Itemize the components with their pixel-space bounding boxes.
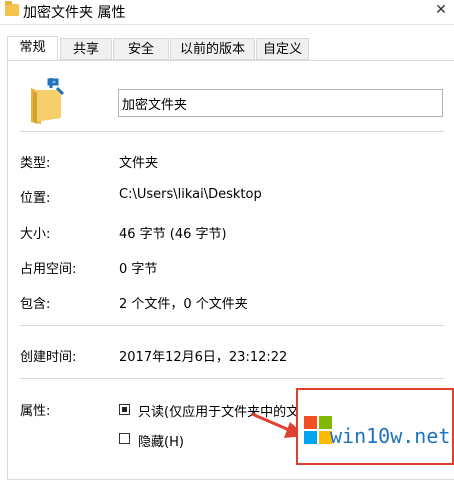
location-label: 位置: — [20, 191, 51, 206]
watermark-text: win10w.net — [330, 424, 451, 448]
folder-icon — [5, 1, 19, 16]
contains-value: 2 个文件，0 个文件夹 — [119, 297, 248, 312]
disk-size-value: 0 字节 — [119, 262, 158, 277]
type-value: 文件夹 — [119, 156, 159, 171]
type-label: 类型: — [20, 156, 51, 171]
readonly-checkbox[interactable] — [119, 404, 130, 415]
title-bar: 加密文件夹 属性 ✕ — [0, 0, 454, 25]
close-button[interactable]: ✕ — [428, 0, 454, 22]
folder-name-field[interactable] — [118, 89, 443, 117]
disk-size-label: 占用空间: — [20, 262, 77, 277]
hidden-label: 隐藏(H) — [138, 435, 184, 450]
size-value: 46 字节 (46 字节) — [119, 227, 227, 242]
hidden-checkbox[interactable] — [119, 433, 130, 444]
tab-customize[interactable]: 自定义 — [256, 38, 309, 60]
tab-general[interactable]: 常规 — [7, 36, 58, 61]
divider — [20, 325, 444, 326]
contains-label: 包含: — [20, 297, 51, 312]
created-label: 创建时间: — [20, 350, 77, 365]
windows-logo-icon — [304, 416, 332, 444]
tab-sharing[interactable]: 共享 — [60, 38, 112, 60]
divider — [20, 378, 444, 379]
tab-security[interactable]: 安全 — [113, 38, 169, 60]
location-value: C:\Users\likai\Desktop — [119, 187, 262, 202]
created-value: 2017年12月6日，23:12:22 — [119, 350, 288, 365]
size-label: 大小: — [20, 227, 51, 242]
tab-previous-versions[interactable]: 以前的版本 — [170, 38, 255, 60]
window-title: 加密文件夹 属性 — [23, 5, 126, 21]
attributes-label: 属性: — [20, 404, 51, 419]
encrypted-folder-icon — [31, 78, 65, 124]
divider — [20, 131, 444, 132]
